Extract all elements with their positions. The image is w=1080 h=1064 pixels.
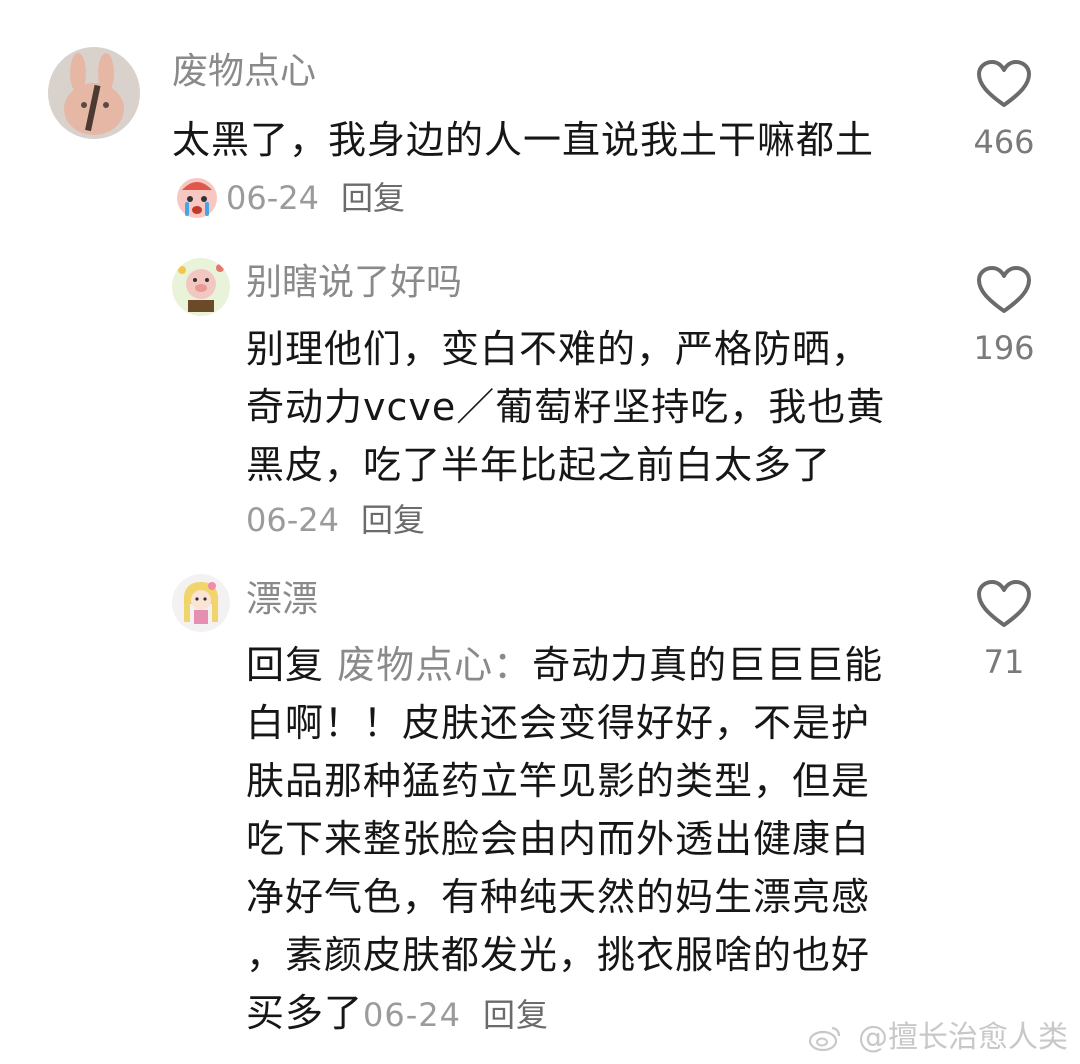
watermark-text: @擅长治愈人类 bbox=[858, 1020, 1068, 1055]
reply-button[interactable]: 回复 bbox=[341, 179, 405, 217]
comment-text: 太黑了，我身边的人一直说我土干嘛都土 bbox=[172, 118, 875, 162]
heart-icon bbox=[977, 60, 1031, 107]
comment-line-end: 买多了 bbox=[246, 991, 364, 1035]
comment-meta: 06-24 回复 bbox=[363, 996, 549, 1034]
comment-meta: 06-24 回复 bbox=[246, 500, 425, 540]
heart-icon bbox=[977, 580, 1031, 627]
cartoon-pig-avatar-icon bbox=[172, 258, 230, 316]
comment-line: 奇动力vcve／葡萄籽坚持吃，我也黄 bbox=[246, 385, 886, 429]
avatar[interactable] bbox=[172, 574, 230, 632]
comment-username[interactable]: 废物点心 bbox=[172, 52, 316, 92]
comment-line-rest: 奇动力真的巨巨巨能 bbox=[532, 643, 884, 687]
comment-text: 别理他们，变白不难的，严格防晒， 奇动力vcve／葡萄籽坚持吃，我也黄 黑皮，吃… bbox=[246, 320, 885, 494]
like-count: 466 bbox=[973, 123, 1035, 161]
reply-target-username[interactable]: 废物点心： bbox=[337, 643, 532, 687]
comment-username[interactable]: 别瞎说了好吗 bbox=[246, 263, 462, 303]
reply-prefix: 回复 bbox=[246, 643, 325, 687]
avatar[interactable] bbox=[172, 258, 230, 316]
comment-line: 白啊！！皮肤还会变得好好，不是护 bbox=[246, 701, 871, 745]
comment-username[interactable]: 漂漂 bbox=[246, 580, 318, 620]
like-button[interactable]: 466 bbox=[959, 60, 1049, 162]
like-count: 196 bbox=[973, 329, 1035, 367]
comment-line: 净好气色，有种纯天然的妈生漂亮感 bbox=[246, 875, 871, 919]
comment-date: 06-24 bbox=[226, 179, 319, 217]
crying-emoji-sticker-icon bbox=[177, 178, 217, 218]
comment-meta: 06-24 回复 bbox=[226, 178, 405, 218]
like-button[interactable]: 196 bbox=[959, 266, 1049, 368]
comment-line: ，素颜皮肤都发光，挑衣服啥的也好 bbox=[246, 933, 871, 977]
comment-text: 回复 废物点心：奇动力真的巨巨巨能 白啊！！皮肤还会变得好好，不是护 肤品那种猛… bbox=[246, 636, 883, 1044]
reply-button[interactable]: 回复 bbox=[483, 996, 549, 1034]
comment-line: 吃下来整张脸会由内而外透出健康白 bbox=[246, 817, 871, 861]
comment-line: 黑皮，吃了半年比起之前白太多了 bbox=[246, 443, 832, 487]
comment-line: 肤品那种猛药立竿见影的类型，但是 bbox=[246, 759, 871, 803]
bunny-avatar-icon bbox=[48, 47, 140, 139]
comment-line: 别理他们，变白不难的，严格防晒， bbox=[246, 327, 871, 371]
comment-line: 买多了06-24 回复 bbox=[246, 984, 883, 1044]
like-count: 71 bbox=[983, 643, 1025, 681]
comment-date: 06-24 bbox=[363, 996, 461, 1034]
comment-line: 回复 废物点心：奇动力真的巨巨巨能 bbox=[246, 636, 883, 694]
comment-date: 06-24 bbox=[246, 501, 339, 539]
reply-button[interactable]: 回复 bbox=[361, 501, 425, 539]
heart-icon bbox=[977, 266, 1031, 313]
weibo-icon bbox=[808, 1020, 852, 1055]
like-button[interactable]: 71 bbox=[959, 580, 1049, 682]
anime-girl-avatar-icon bbox=[172, 574, 230, 632]
watermark: @擅长治愈人类 bbox=[808, 1012, 1068, 1056]
avatar[interactable] bbox=[48, 47, 140, 139]
